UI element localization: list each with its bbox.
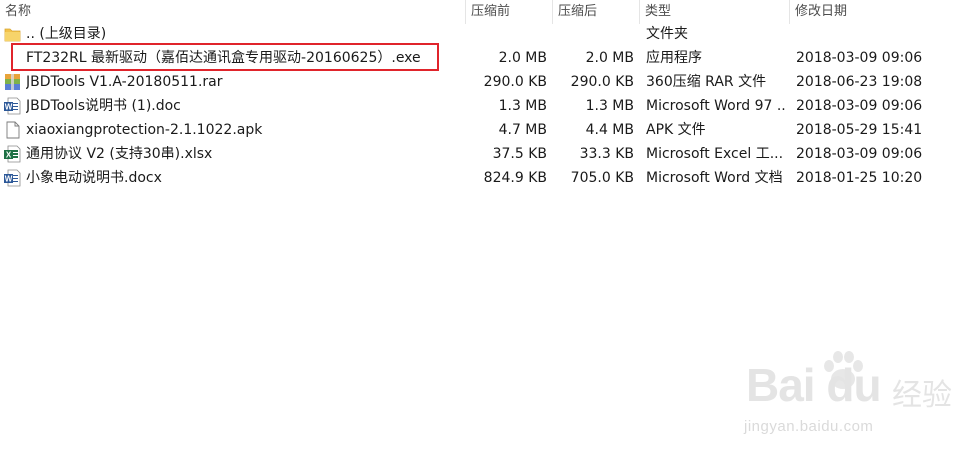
- file-original-size: 705.0 KB: [570, 170, 634, 186]
- column-name-header[interactable]: 名称: [0, 0, 466, 24]
- column-original-header[interactable]: 压缩后: [553, 0, 640, 24]
- file-original-size: [556, 22, 634, 46]
- file-name: xiaoxiangprotection-2.1.1022.apk: [26, 122, 263, 138]
- file-name: 通用协议 V2 (支持30串).xlsx: [26, 146, 213, 162]
- column-modified-header[interactable]: 修改日期: [790, 0, 973, 24]
- file-original-size: 4.4 MB: [585, 122, 634, 138]
- file-modified-date: 2018-05-29 15:41: [796, 122, 923, 138]
- file-type: Microsoft Word 97 ...: [646, 98, 786, 114]
- file-row-rar[interactable]: JBDTools V1.A-20180511.rar 290.0 KB 290.…: [0, 70, 973, 94]
- file-compressed-size: 2.0 MB: [498, 50, 547, 66]
- file-type: 应用程序: [646, 50, 702, 66]
- file-compressed-size: 824.9 KB: [483, 170, 547, 186]
- file-name: JBDTools说明书 (1).doc: [26, 98, 181, 114]
- file-row-docx[interactable]: W 小象电动说明书.docx 824.9 KB 705.0 KB Microso…: [0, 166, 973, 190]
- file-modified-date: 2018-03-09 09:06: [796, 50, 923, 66]
- file-modified-date: 2018-06-23 19:08: [796, 74, 923, 90]
- file-type: Microsoft Excel 工...: [646, 146, 784, 162]
- file-modified-date: 2018-03-09 09:06: [796, 98, 923, 114]
- watermark-brand: Bai du: [746, 359, 882, 411]
- file-modified-date: 2018-01-25 10:20: [796, 170, 923, 186]
- file-compressed-size: [470, 22, 547, 46]
- word-docx-icon: W: [4, 169, 21, 187]
- column-type-header[interactable]: 类型: [640, 0, 790, 24]
- file-compressed-size: 4.7 MB: [498, 122, 547, 138]
- file-modified-date: 2018-03-09 09:06: [796, 146, 923, 162]
- column-header: 名称 压缩前 压缩后 类型 修改日期: [0, 0, 973, 24]
- file-type: Microsoft Word 文档: [646, 170, 783, 186]
- svg-text:W: W: [5, 175, 13, 184]
- file-type: 文件夹: [646, 26, 688, 42]
- annotation-highlight-box: [11, 43, 439, 71]
- svg-text:X: X: [6, 151, 12, 160]
- file-compressed-size: 290.0 KB: [483, 74, 547, 90]
- file-type: APK 文件: [646, 122, 706, 138]
- folder-icon: [4, 28, 21, 42]
- blank-file-icon: [6, 121, 20, 139]
- file-name: 小象电动说明书.docx: [26, 170, 162, 186]
- svg-text:W: W: [5, 103, 13, 112]
- file-original-size: 2.0 MB: [585, 50, 634, 66]
- file-row-doc[interactable]: W JBDTools说明书 (1).doc 1.3 MB 1.3 MB Micr…: [0, 94, 973, 118]
- baidu-jingyan-watermark: Bai du 经验 jingyan.baidu.com: [740, 340, 970, 455]
- file-compressed-size: 37.5 KB: [492, 146, 547, 162]
- file-original-size: 1.3 MB: [585, 98, 634, 114]
- rar-archive-icon: [5, 74, 20, 90]
- watermark-cn: 经验: [892, 378, 952, 413]
- file-row-xlsx[interactable]: X 通用协议 V2 (支持30串).xlsx 37.5 KB 33.3 KB M…: [0, 142, 973, 166]
- file-compressed-size: 1.3 MB: [498, 98, 547, 114]
- excel-icon: X: [4, 145, 21, 163]
- file-modified-date: [796, 22, 966, 46]
- file-row-apk[interactable]: xiaoxiangprotection-2.1.1022.apk 4.7 MB …: [0, 118, 973, 142]
- file-original-size: 33.3 KB: [579, 146, 634, 162]
- watermark-url: jingyan.baidu.com: [744, 418, 874, 435]
- file-type: 360压缩 RAR 文件: [646, 74, 767, 90]
- word-doc-icon: W: [4, 97, 21, 115]
- file-name: JBDTools V1.A-20180511.rar: [26, 74, 223, 90]
- column-compressed-header[interactable]: 压缩前: [466, 0, 553, 24]
- file-original-size: 290.0 KB: [570, 74, 634, 90]
